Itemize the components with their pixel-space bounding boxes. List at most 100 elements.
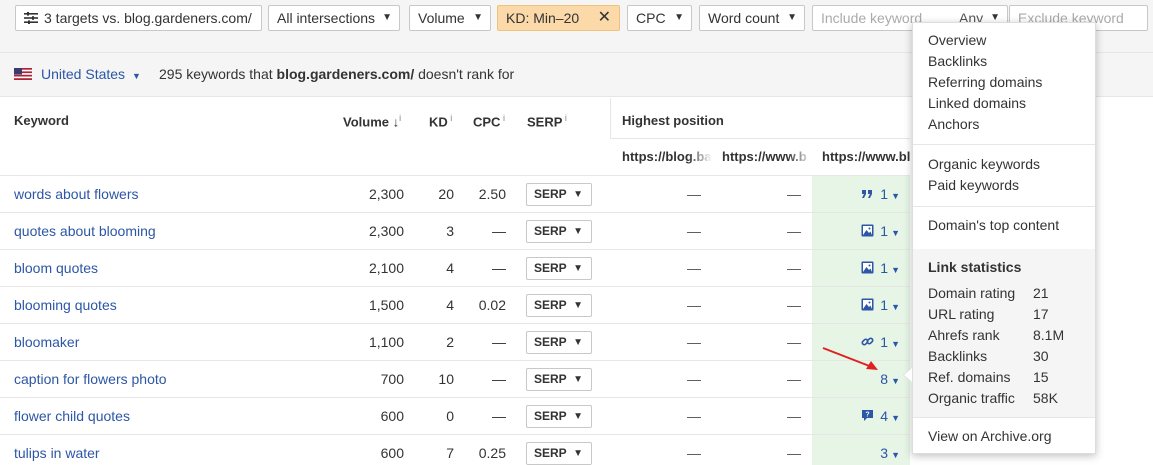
- kd-value: 10: [438, 371, 454, 387]
- serp-button[interactable]: SERP ▼: [526, 331, 592, 354]
- serp-label: SERP: [534, 446, 567, 460]
- keyword-link[interactable]: caption for flowers photo: [14, 371, 167, 387]
- menu-item-top-content[interactable]: Domain's top content: [928, 217, 1059, 233]
- target-domain: blog.gardeners.com/: [276, 66, 415, 82]
- sliders-icon: [24, 12, 38, 24]
- fade-overlay: [788, 147, 812, 167]
- caret-down-icon: ▼: [891, 339, 900, 349]
- word-count-label: Word count: [708, 10, 780, 26]
- menu-divider: [913, 417, 1095, 418]
- stat-label: Domain rating: [928, 285, 1016, 301]
- cpc-value: 0.02: [478, 297, 506, 313]
- link-statistics-panel: Link statistics Domain rating 21 URL ratin…: [913, 249, 1095, 417]
- keyword-link[interactable]: quotes about blooming: [14, 223, 156, 239]
- position-link[interactable]: 1 ▼: [861, 297, 900, 313]
- table-row: 8 ▼ caption for flowers photo 700 10 — SE…: [0, 360, 910, 398]
- position-value: 1: [880, 260, 889, 276]
- position-col-2: —: [787, 186, 801, 202]
- position-col-2: —: [787, 408, 801, 424]
- serp-button[interactable]: SERP ▼: [526, 368, 592, 391]
- caret-down-icon: ▼: [573, 189, 583, 200]
- url-col-3[interactable]: https://www.bl: [822, 149, 912, 164]
- position-link[interactable]: 8 ▼: [880, 371, 900, 387]
- quote-icon: [862, 190, 873, 198]
- serp-button[interactable]: SERP ▼: [526, 442, 592, 465]
- caret-down-icon: ▼: [891, 376, 900, 386]
- menu-item-paid-keywords[interactable]: Paid keywords: [928, 177, 1019, 193]
- menu-item-archive[interactable]: View on Archive.org: [928, 428, 1051, 444]
- header-serp: SERP i: [527, 113, 567, 129]
- cpc-value: —: [492, 223, 506, 239]
- header-keyword[interactable]: Keyword: [14, 113, 69, 128]
- volume-label: Volume: [418, 10, 465, 26]
- stat-value: 15: [1033, 369, 1049, 385]
- country-selector[interactable]: United States ▼: [41, 66, 141, 82]
- keyword-link[interactable]: words about flowers: [14, 186, 139, 202]
- cpc-value: —: [492, 408, 506, 424]
- serp-label: SERP: [534, 298, 567, 312]
- stat-value: 17: [1033, 306, 1049, 322]
- keyword-link[interactable]: bloom quotes: [14, 260, 98, 276]
- cpc-label: CPC: [636, 10, 666, 26]
- menu-item-overview[interactable]: Overview: [928, 32, 986, 48]
- menu-item-referring-domains[interactable]: Referring domains: [928, 74, 1042, 90]
- url-subheader: https://blog.ba https://www.b https://ww…: [610, 138, 910, 175]
- cpc-dropdown[interactable]: CPC ▼: [627, 5, 692, 31]
- volume-value: 700: [380, 371, 404, 387]
- menu-item-linked-domains[interactable]: Linked domains: [928, 95, 1026, 111]
- menu-item-organic-keywords[interactable]: Organic keywords: [928, 156, 1040, 172]
- fade-overlay: [688, 147, 712, 167]
- header-kd[interactable]: KD i: [429, 113, 452, 129]
- serp-button[interactable]: SERP ▼: [526, 220, 592, 243]
- position-col-1: —: [687, 297, 701, 313]
- position-link[interactable]: 3 ▼: [880, 445, 900, 461]
- position-value: 1: [880, 186, 889, 202]
- targets-button[interactable]: 3 targets vs. blog.gardeners.com/: [15, 5, 262, 31]
- table-row: 1 ▼ words about flowers 2,300 20 2.50 SER…: [0, 175, 910, 213]
- keyword-link[interactable]: flower child quotes: [14, 408, 130, 424]
- position-value: 1: [880, 297, 889, 313]
- word-count-dropdown[interactable]: Word count ▼: [699, 5, 805, 31]
- menu-divider: [913, 144, 1095, 145]
- keyword-link[interactable]: bloomaker: [14, 334, 79, 350]
- header-cpc-label: CPC: [473, 114, 501, 130]
- serp-button[interactable]: SERP ▼: [526, 294, 592, 317]
- position-value: 8: [880, 371, 889, 387]
- header-cpc[interactable]: CPC i: [473, 113, 505, 129]
- intersections-dropdown[interactable]: All intersections ▼: [268, 5, 400, 31]
- volume-dropdown[interactable]: Volume ▼: [409, 5, 491, 31]
- position-link[interactable]: 1 ▼: [861, 260, 900, 276]
- serp-button[interactable]: SERP ▼: [526, 183, 592, 206]
- caret-down-icon: ▼: [382, 12, 392, 23]
- position-col-2: —: [787, 334, 801, 350]
- close-icon[interactable]: ✕: [598, 6, 611, 30]
- domain-context-menu: Overview Backlinks Referring domains Lin…: [912, 22, 1096, 454]
- volume-value: 1,100: [368, 334, 404, 350]
- menu-item-anchors[interactable]: Anchors: [928, 116, 979, 132]
- keyword-link[interactable]: blooming quotes: [14, 297, 117, 313]
- keyword-link[interactable]: tulips in water: [14, 445, 100, 461]
- stat-value: 58K: [1033, 390, 1058, 406]
- stat-value: 8.1M: [1033, 327, 1065, 343]
- position-link[interactable]: 1 ▼: [861, 223, 900, 239]
- serp-button[interactable]: SERP ▼: [526, 257, 592, 280]
- volume-value: 600: [380, 445, 404, 461]
- position-col-2: —: [787, 260, 801, 276]
- position-link[interactable]: ? 4 ▼: [861, 408, 900, 424]
- image-icon: [861, 224, 874, 237]
- volume-value: 2,300: [368, 223, 404, 239]
- position-link[interactable]: 1 ▼: [861, 186, 900, 202]
- volume-value: 2,100: [368, 260, 404, 276]
- keyword-count-text: 295 keywords that blog.gardeners.com/ do…: [159, 66, 514, 82]
- position-value: 4: [880, 408, 889, 424]
- kd-value: 7: [446, 445, 454, 461]
- tooltip-pointer: [904, 368, 912, 382]
- caret-down-icon: ▼: [573, 263, 583, 274]
- menu-item-backlinks[interactable]: Backlinks: [928, 53, 987, 69]
- header-volume[interactable]: Volume ↓i: [343, 113, 401, 129]
- caret-down-icon: ▼: [891, 265, 900, 275]
- serp-button[interactable]: SERP ▼: [526, 405, 592, 428]
- kd-filter-chip[interactable]: KD: Min–20 ✕: [497, 5, 620, 31]
- header-serp-label: SERP: [527, 114, 563, 130]
- info-icon: i: [500, 113, 505, 123]
